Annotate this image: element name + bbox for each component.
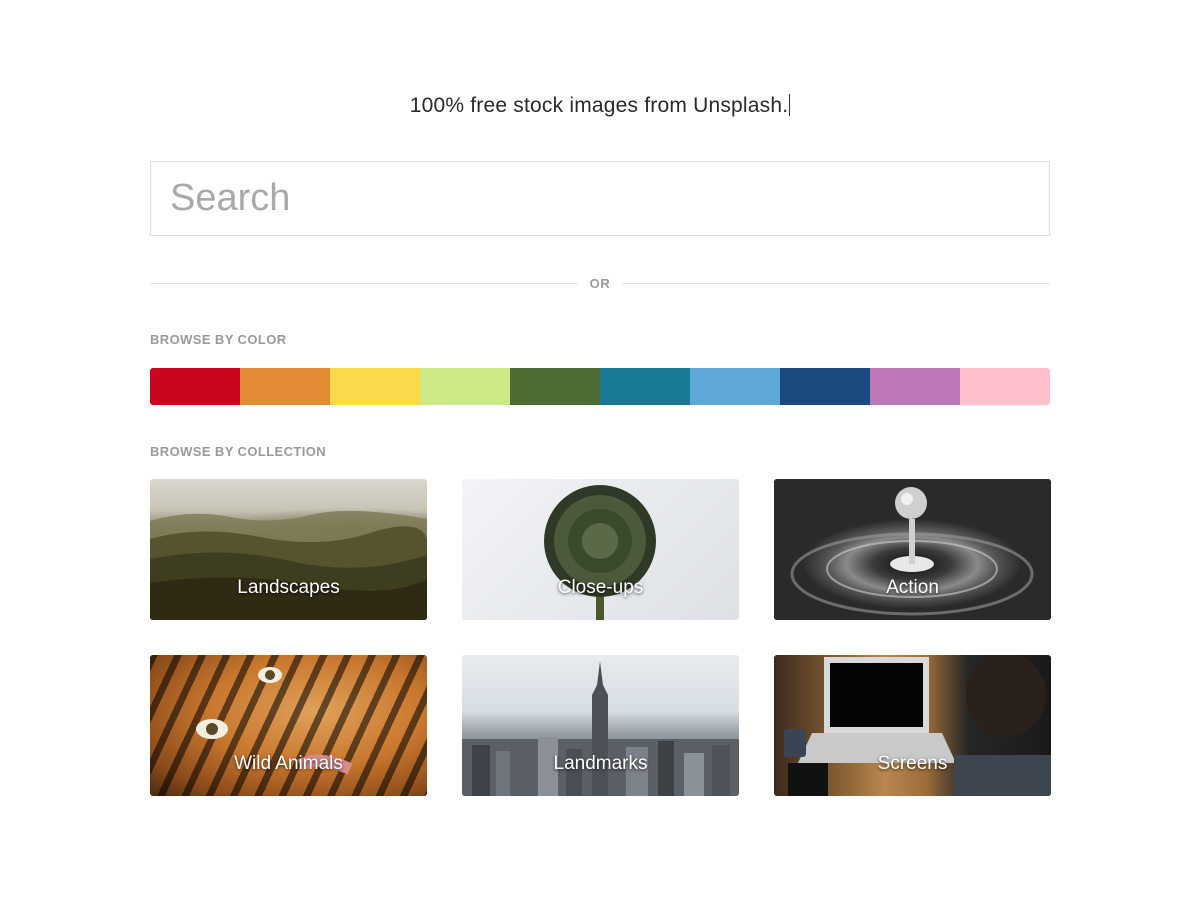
collection-label: Wild Animals bbox=[234, 753, 343, 774]
search-input[interactable] bbox=[151, 162, 1030, 235]
divider-line-left bbox=[150, 283, 578, 284]
color-swatch-red[interactable] bbox=[150, 368, 240, 405]
divider-line-right bbox=[622, 283, 1050, 284]
color-swatch-light-blue[interactable] bbox=[690, 368, 780, 405]
color-swatch-pink[interactable] bbox=[960, 368, 1050, 405]
collection-label: Action bbox=[886, 577, 939, 598]
collection-tile-action[interactable]: Action bbox=[774, 479, 1051, 620]
collection-tile-screens[interactable]: Screens bbox=[774, 655, 1051, 796]
color-swatch-orange[interactable] bbox=[240, 368, 330, 405]
text-caret bbox=[789, 94, 791, 116]
collection-tile-close-ups[interactable]: Close-ups bbox=[462, 479, 739, 620]
color-swatch-light-green[interactable] bbox=[420, 368, 510, 405]
collection-label: Landscapes bbox=[237, 577, 340, 598]
collection-tile-landmarks[interactable]: Landmarks bbox=[462, 655, 739, 796]
collection-label: Screens bbox=[877, 753, 948, 774]
collection-grid: Landscapes Close-ups Action Wild Animals… bbox=[150, 479, 1051, 796]
or-label: OR bbox=[589, 276, 611, 291]
color-swatch-dark-green[interactable] bbox=[510, 368, 600, 405]
color-palette bbox=[150, 368, 1050, 405]
tagline: 100% free stock images from Unsplash. bbox=[0, 94, 1200, 118]
collection-label: Close-ups bbox=[557, 577, 644, 598]
color-swatch-purple[interactable] bbox=[870, 368, 960, 405]
collection-label: Landmarks bbox=[553, 753, 648, 774]
color-swatch-teal[interactable] bbox=[600, 368, 690, 405]
or-divider: OR bbox=[150, 274, 1050, 294]
tagline-text: 100% free stock images from Unsplash. bbox=[409, 94, 789, 117]
browse-by-color-label: BROWSE BY COLOR bbox=[150, 332, 287, 347]
collection-tile-landscapes[interactable]: Landscapes bbox=[150, 479, 427, 620]
color-swatch-yellow[interactable] bbox=[330, 368, 420, 405]
collection-tile-wild-animals[interactable]: Wild Animals bbox=[150, 655, 427, 796]
color-swatch-navy[interactable] bbox=[780, 368, 870, 405]
page: 100% free stock images from Unsplash. OR… bbox=[0, 0, 1200, 905]
search-box[interactable] bbox=[150, 161, 1050, 236]
browse-by-collection-label: BROWSE BY COLLECTION bbox=[150, 444, 327, 459]
